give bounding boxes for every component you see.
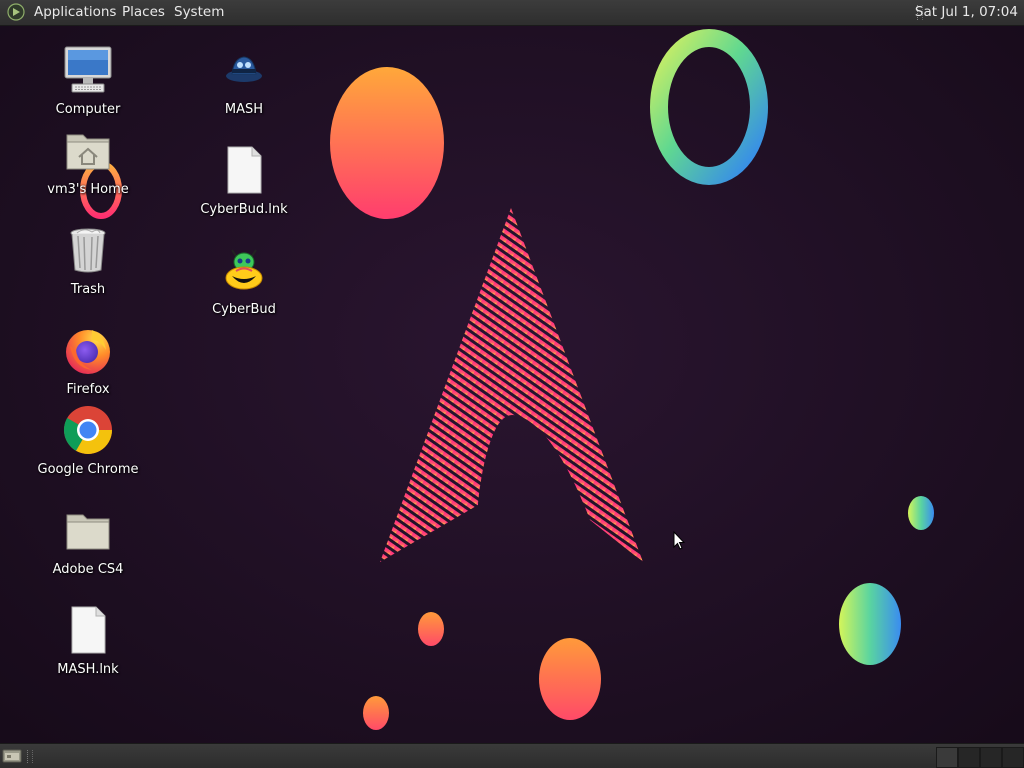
desktop-icon-mash-lnk[interactable]: MASH.lnk bbox=[33, 604, 143, 677]
file-icon bbox=[71, 606, 106, 654]
mate-logo-icon[interactable] bbox=[7, 3, 25, 21]
desktop-icon-computer[interactable]: Computer bbox=[33, 44, 143, 117]
desktop-icon-trash[interactable]: Trash bbox=[33, 224, 143, 297]
desktop-icon-label: Firefox bbox=[66, 382, 110, 397]
firefox-icon bbox=[66, 330, 110, 374]
home-folder-icon bbox=[66, 134, 110, 170]
menu-system[interactable]: System bbox=[174, 4, 224, 20]
desktop-icon-label: CyberBud.lnk bbox=[200, 202, 288, 217]
folder-icon bbox=[66, 514, 110, 550]
desktop-wallpaper bbox=[0, 0, 1024, 768]
show-desktop-icon[interactable] bbox=[2, 748, 22, 764]
file-icon bbox=[227, 146, 262, 194]
computer-icon bbox=[64, 46, 112, 93]
trash-icon bbox=[70, 228, 106, 273]
desktop-icon-mash[interactable]: MASH bbox=[189, 44, 299, 117]
desktop-icon-cyberbud-lnk[interactable]: CyberBud.lnk bbox=[189, 144, 299, 217]
desktop-icon-home[interactable]: vm3's Home bbox=[33, 124, 143, 197]
workspace-4[interactable] bbox=[1002, 747, 1024, 768]
menu-places[interactable]: Places bbox=[122, 4, 165, 20]
desktop-icon-label: Computer bbox=[55, 102, 121, 117]
desktop-icon-label: Google Chrome bbox=[37, 462, 139, 477]
mouse-cursor-icon bbox=[673, 531, 685, 550]
desktop-icon-label: vm3's Home bbox=[47, 182, 129, 197]
desktop-icon-label: MASH.lnk bbox=[57, 662, 119, 677]
chrome-icon bbox=[63, 406, 112, 455]
mash-icon bbox=[226, 56, 262, 82]
workspace-3[interactable] bbox=[980, 747, 1002, 768]
bottom-panel bbox=[0, 743, 1024, 768]
workspace-1[interactable] bbox=[936, 747, 958, 768]
top-panel: Applications Places System Sat Jul 1, 07… bbox=[0, 0, 1024, 26]
panel-handle[interactable] bbox=[27, 750, 33, 763]
clock[interactable]: Sat Jul 1, 07:04 bbox=[915, 4, 1018, 20]
workspace-2[interactable] bbox=[958, 747, 980, 768]
cyberbud-icon bbox=[225, 249, 263, 290]
menu-applications[interactable]: Applications bbox=[34, 4, 116, 20]
desktop-icon-label: MASH bbox=[224, 102, 264, 117]
desktop-icon-label: CyberBud bbox=[212, 302, 276, 317]
desktop-icon-chrome[interactable]: Google Chrome bbox=[33, 404, 143, 477]
desktop-icon-cyberbud[interactable]: CyberBud bbox=[189, 244, 299, 317]
desktop-icon-firefox[interactable]: Firefox bbox=[33, 324, 143, 397]
desktop-icon-adobe-cs4[interactable]: Adobe CS4 bbox=[33, 504, 143, 577]
desktop-icon-label: Trash bbox=[70, 282, 106, 297]
desktop-icon-label: Adobe CS4 bbox=[52, 562, 124, 577]
